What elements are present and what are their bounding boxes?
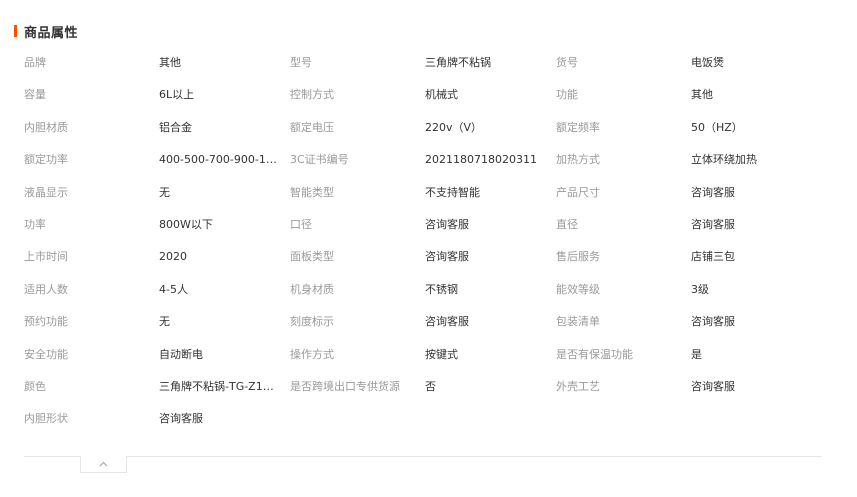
- attribute-value: 6L以上: [159, 88, 195, 102]
- divider: [24, 456, 822, 457]
- attribute-value: 按键式: [425, 347, 458, 361]
- attribute-value: 咨询客服: [425, 315, 469, 329]
- attribute-label: 品牌: [24, 56, 46, 69]
- attribute-label: 功能: [556, 88, 578, 102]
- attribute-row: 内胆材质 铝合金 额定电压 220v（V） 额定频率 50（HZ）: [24, 115, 824, 147]
- attribute-value: 三角牌不粘锅-TG-Z15...: [159, 379, 277, 393]
- attribute-value: 咨询客服: [691, 185, 735, 199]
- attribute-value: 咨询客服: [425, 217, 469, 231]
- attribute-label: 刻度标示: [290, 315, 334, 329]
- section-title: 商品属性: [24, 25, 79, 41]
- attribute-row: 适用人数 4-5人 机身材质 不锈钢 能效等级 3级: [24, 277, 824, 309]
- attribute-value: 铝合金: [159, 120, 192, 134]
- attribute-row: 预约功能 无 刻度标示 咨询客服 包装清单 咨询客服: [24, 309, 824, 341]
- attribute-row: 容量 6L以上 控制方式 机械式 功能 其他: [24, 82, 824, 114]
- attribute-label: 口径: [290, 217, 312, 231]
- attribute-label: 预约功能: [24, 315, 68, 329]
- attribute-label: 是否有保温功能: [556, 347, 633, 361]
- attribute-value: 电饭煲: [691, 56, 724, 69]
- attribute-value: 不锈钢: [425, 282, 458, 296]
- attribute-label: 外壳工艺: [556, 379, 600, 393]
- attribute-value: 其他: [691, 88, 713, 102]
- attribute-label: 智能类型: [290, 185, 334, 199]
- attribute-label: 适用人数: [24, 282, 68, 296]
- attribute-row: 内胆形状 咨询客服: [24, 406, 824, 438]
- attribute-label: 功率: [24, 217, 46, 231]
- attribute-value: 咨询客服: [691, 217, 735, 231]
- attribute-label: 型号: [290, 56, 312, 69]
- attribute-value: 无: [159, 185, 170, 199]
- attribute-label: 直径: [556, 217, 578, 231]
- attribute-value: 4-5人: [159, 282, 188, 296]
- attribute-row: 安全功能 自动断电 操作方式 按键式 是否有保温功能 是: [24, 342, 824, 374]
- section-header: 商品属性: [14, 23, 79, 41]
- attribute-value: 50（HZ）: [691, 120, 743, 134]
- attribute-label: 面板类型: [290, 250, 334, 264]
- attribute-label: 机身材质: [290, 282, 334, 296]
- attribute-label: 安全功能: [24, 347, 68, 361]
- attribute-row: 品牌 其他 型号 三角牌不粘锅 货号 电饭煲: [24, 50, 824, 82]
- attribute-label: 能效等级: [556, 282, 600, 296]
- attribute-value: 咨询客服: [691, 315, 735, 329]
- attribute-label: 货号: [556, 56, 578, 69]
- chevron-up-icon: [99, 461, 108, 467]
- attribute-value: 不支持智能: [425, 185, 480, 199]
- attribute-label: 上市时间: [24, 250, 68, 264]
- attribute-value: 800W以下: [159, 217, 213, 231]
- attribute-label: 3C证书编号: [290, 153, 349, 167]
- title-accent-bar: [14, 25, 17, 37]
- attribute-row: 功率 800W以下 口径 咨询客服 直径 咨询客服: [24, 212, 824, 244]
- attribute-label: 液晶显示: [24, 185, 68, 199]
- attribute-label: 内胆形状: [24, 412, 68, 426]
- attribute-row: 上市时间 2020 面板类型 咨询客服 售后服务 店铺三包: [24, 244, 824, 276]
- attribute-label: 操作方式: [290, 347, 334, 361]
- attribute-label: 包装清单: [556, 315, 600, 329]
- attribute-row: 颜色 三角牌不粘锅-TG-Z15... 是否跨境出口专供货源 否 外壳工艺 咨询客服: [24, 374, 824, 406]
- attribute-value: 无: [159, 315, 170, 329]
- collapse-toggle-button[interactable]: [80, 456, 127, 473]
- attribute-label: 产品尺寸: [556, 185, 600, 199]
- attribute-label: 是否跨境出口专供货源: [290, 379, 400, 393]
- attribute-label: 颜色: [24, 379, 46, 393]
- attribute-value: 是: [691, 347, 702, 361]
- attribute-label: 额定频率: [556, 120, 600, 134]
- attribute-label: 加热方式: [556, 153, 600, 167]
- attribute-label: 额定电压: [290, 120, 334, 134]
- attribute-value: 机械式: [425, 88, 458, 102]
- attribute-value: 咨询客服: [159, 412, 203, 426]
- attribute-value: 店铺三包: [691, 250, 735, 264]
- attribute-value: 咨询客服: [691, 379, 735, 393]
- attribute-value: 其他: [159, 56, 181, 69]
- attribute-label: 控制方式: [290, 88, 334, 102]
- attribute-label: 额定功率: [24, 153, 68, 167]
- attributes-table: 品牌 其他 型号 三角牌不粘锅 货号 电饭煲 容量 6L以上 控制方式 机械式 功能 其他 内胆材质 铝合…: [24, 50, 824, 439]
- attribute-value: 3级: [691, 282, 709, 296]
- attribute-value: 咨询客服: [425, 250, 469, 264]
- attribute-label: 容量: [24, 88, 46, 102]
- attribute-value: 三角牌不粘锅: [425, 56, 491, 69]
- attribute-value: 自动断电: [159, 347, 203, 361]
- attribute-value: 220v（V）: [425, 120, 483, 134]
- attribute-value: 立体环绕加热: [691, 153, 757, 167]
- attribute-label: 售后服务: [556, 250, 600, 264]
- attribute-row: 液晶显示 无 智能类型 不支持智能 产品尺寸 咨询客服: [24, 180, 824, 212]
- attribute-label: 内胆材质: [24, 120, 68, 134]
- attribute-value: 否: [425, 379, 436, 393]
- attribute-row: 额定功率 400-500-700-900-100... 3C证书编号 20211807…: [24, 147, 824, 179]
- attribute-value: 2021180718020311: [425, 153, 537, 167]
- attribute-value: 400-500-700-900-100...: [159, 153, 277, 167]
- attribute-value: 2020: [159, 250, 187, 264]
